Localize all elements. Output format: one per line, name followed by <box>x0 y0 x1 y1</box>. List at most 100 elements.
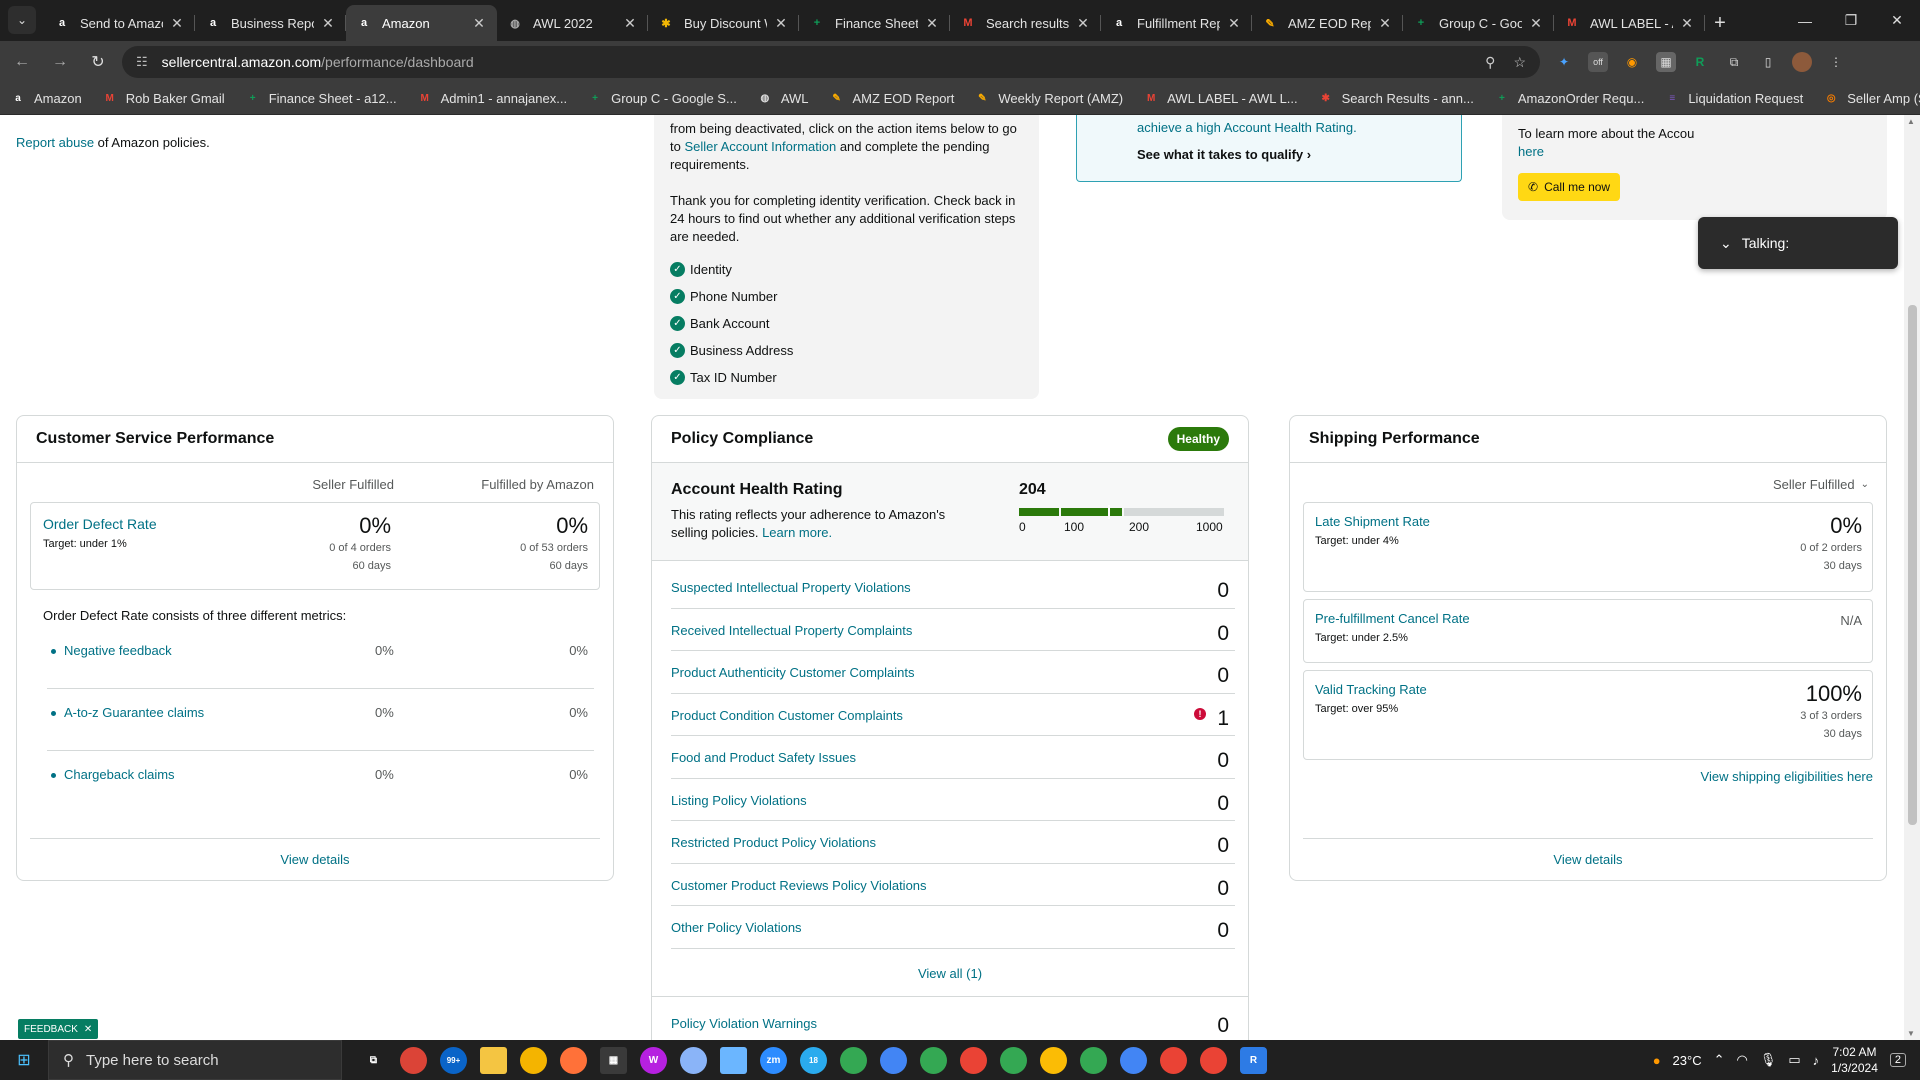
bookmark-item[interactable]: M Admin1 - annajanex... <box>417 91 567 107</box>
wondershare-icon[interactable]: W <box>640 1046 667 1074</box>
view-all-link[interactable]: View all (1) <box>918 966 982 981</box>
tab-close-icon[interactable]: ✕ <box>924 15 940 32</box>
customer-service-view-details-link[interactable]: View details <box>280 852 349 867</box>
notepad-icon[interactable] <box>720 1046 747 1074</box>
bookmark-item[interactable]: + Group C - Google S... <box>587 91 737 107</box>
policy-row-link[interactable]: Food and Product Safety Issues <box>671 750 856 765</box>
remote-app-icon[interactable]: R <box>1240 1046 1267 1074</box>
extension-orange-icon[interactable]: ◉ <box>1622 52 1642 72</box>
odr-metric-link[interactable]: Negative feedback <box>51 643 172 658</box>
calculator-icon[interactable]: ▦ <box>600 1046 627 1074</box>
shipping-view-details-link[interactable]: View details <box>1553 852 1622 867</box>
tab-close-icon[interactable]: ✕ <box>1377 15 1393 32</box>
extensions-puzzle-icon[interactable]: ⧉ <box>1724 52 1744 72</box>
new-tab-button[interactable]: + <box>1705 5 1735 41</box>
tab-close-icon[interactable]: ✕ <box>1679 15 1695 32</box>
bookmark-item[interactable]: a Amazon <box>10 91 81 107</box>
browser-tab[interactable]: a Amazon ✕ <box>346 5 497 41</box>
late-shipment-rate-link[interactable]: Late Shipment Rate <box>1315 514 1430 529</box>
policy-row-link[interactable]: Other Policy Violations <box>671 920 802 935</box>
extension-chart-icon[interactable]: ▦ <box>1656 52 1676 72</box>
policy-row-link[interactable]: Listing Policy Violations <box>671 793 807 808</box>
chrome-profile-1-icon[interactable] <box>840 1046 867 1074</box>
extension-off-icon[interactable]: off <box>1588 52 1608 72</box>
scroll-up-icon[interactable]: ▲ <box>1907 117 1915 126</box>
bookmark-item[interactable]: + AmazonOrder Requ... <box>1494 91 1644 107</box>
chrome-profile-5-icon[interactable] <box>1000 1046 1027 1074</box>
chrome-profile-8-icon[interactable] <box>1120 1046 1147 1074</box>
bookmark-item[interactable]: M Rob Baker Gmail <box>102 91 225 107</box>
tab-close-icon[interactable]: ✕ <box>1075 15 1091 32</box>
browser-tab[interactable]: M Search results ✕ <box>950 5 1101 41</box>
chrome-icon[interactable] <box>400 1046 427 1074</box>
browser-tab[interactable]: a Business Reports ✕ <box>195 5 346 41</box>
forward-button[interactable]: → <box>44 46 76 78</box>
file-explorer-icon[interactable] <box>480 1046 507 1074</box>
tab-close-icon[interactable]: ✕ <box>169 15 185 32</box>
browser-tab[interactable]: ✎ AMZ EOD Report ✕ <box>1252 5 1403 41</box>
notification-icon[interactable]: 2 <box>1889 1053 1906 1067</box>
policy-row-link[interactable]: Product Condition Customer Complaints <box>671 708 903 723</box>
zoom-icon[interactable]: ⚲ <box>1485 54 1495 71</box>
policy-row-link[interactable]: Product Authenticity Customer Complaints <box>671 665 915 680</box>
bookmark-item[interactable]: ≡ Liquidation Request <box>1664 91 1803 107</box>
policy-violation-warnings-link[interactable]: Policy Violation Warnings <box>671 1016 817 1031</box>
bookmark-item[interactable]: ✱ Search Results - ann... <box>1318 91 1473 107</box>
zoom-app-icon[interactable]: zm <box>760 1046 787 1074</box>
back-button[interactable]: ← <box>6 46 38 78</box>
scrollbar-thumb[interactable] <box>1908 305 1917 825</box>
tab-close-icon[interactable]: ✕ <box>1528 15 1544 32</box>
telegram-icon[interactable]: 18 <box>800 1046 827 1074</box>
close-icon[interactable]: ✕ <box>84 1024 92 1035</box>
browser-tab[interactable]: ◍ AWL 2022 ✕ <box>497 5 648 41</box>
volume-icon[interactable]: ♪ <box>1813 1053 1820 1068</box>
tab-close-icon[interactable]: ✕ <box>622 15 638 32</box>
bookmark-item[interactable]: M AWL LABEL - AWL L... <box>1143 91 1298 107</box>
tab-close-icon[interactable]: ✕ <box>773 15 789 32</box>
weather-icon[interactable]: ● <box>1653 1053 1661 1068</box>
talking-overlay[interactable]: ⌄ Talking: <box>1698 217 1898 269</box>
odr-metric-link[interactable]: Chargeback claims <box>51 767 175 782</box>
bookmark-star-icon[interactable]: ☆ <box>1513 54 1526 71</box>
policy-row-link[interactable]: Restricted Product Policy Violations <box>671 835 876 850</box>
browser-tab[interactable]: + Finance Sheet ✕ <box>799 5 950 41</box>
address-bar[interactable]: ☷ sellercentral.amazon.com /performance/… <box>122 46 1540 78</box>
task-view-icon[interactable]: ⧉ <box>360 1047 387 1074</box>
view-shipping-eligibilities-link[interactable]: View shipping eligibilities here <box>1701 769 1873 784</box>
chrome-canary-icon[interactable] <box>520 1046 547 1074</box>
browser-tab[interactable]: M AWL LABEL - AWL ✕ <box>1554 5 1705 41</box>
extension-r-icon[interactable]: R <box>1690 52 1710 72</box>
minimize-button[interactable]: — <box>1782 0 1828 41</box>
battery-icon[interactable]: ▭ <box>1788 1052 1800 1068</box>
profile-avatar[interactable] <box>1792 52 1812 72</box>
bookmark-item[interactable]: ◍ AWL <box>757 91 808 107</box>
shipping-filter-dropdown[interactable]: Seller Fulfilled ⌄ <box>1290 467 1886 502</box>
windows-start-icon[interactable]: ⊞ <box>0 1040 48 1080</box>
tray-chevron-icon[interactable]: ⌃ <box>1714 1052 1725 1068</box>
feedback-button[interactable]: FEEDBACK ✕ <box>18 1019 99 1039</box>
tab-close-icon[interactable]: ✕ <box>1226 15 1242 32</box>
side-panel-icon[interactable]: ▯ <box>1758 52 1778 72</box>
odr-metric-link[interactable]: A-to-z Guarantee claims <box>50 705 204 720</box>
call-me-now-button[interactable]: ✆ Call me now <box>1518 173 1621 201</box>
scroll-down-icon[interactable]: ▼ <box>1907 1029 1915 1038</box>
policy-row-link[interactable]: Received Intellectual Property Complaint… <box>671 623 912 638</box>
mail-icon[interactable]: 99+ <box>440 1046 467 1074</box>
tab-search-button[interactable]: ⌄ <box>8 6 36 34</box>
policy-row-link[interactable]: Customer Product Reviews Policy Violatio… <box>671 878 927 893</box>
bookmark-item[interactable]: ✎ Weekly Report (AMZ) <box>974 91 1123 107</box>
paint-icon[interactable] <box>680 1046 707 1074</box>
order-defect-rate-link[interactable]: Order Defect Rate <box>43 516 157 532</box>
valid-tracking-rate-link[interactable]: Valid Tracking Rate <box>1315 682 1427 697</box>
network-icon[interactable]: ◠ <box>1737 1052 1748 1068</box>
chevron-down-icon[interactable]: ⌄ <box>1720 235 1732 252</box>
chrome-profile-7-icon[interactable] <box>1080 1046 1107 1074</box>
page-scrollbar[interactable]: ▲ ▼ <box>1904 115 1920 1040</box>
policy-row-link[interactable]: Suspected Intellectual Property Violatio… <box>671 580 911 595</box>
see-what-it-takes-link[interactable]: See what it takes to qualify › <box>1137 147 1401 162</box>
restore-button[interactable]: ❐ <box>1828 0 1874 41</box>
chrome-profile-10-icon[interactable] <box>1200 1046 1227 1074</box>
report-abuse-link[interactable]: Report abuse <box>16 135 94 150</box>
browser-tab[interactable]: a Fulfillment Reports ✕ <box>1101 5 1252 41</box>
bookmark-item[interactable]: ✎ AMZ EOD Report <box>829 91 954 107</box>
